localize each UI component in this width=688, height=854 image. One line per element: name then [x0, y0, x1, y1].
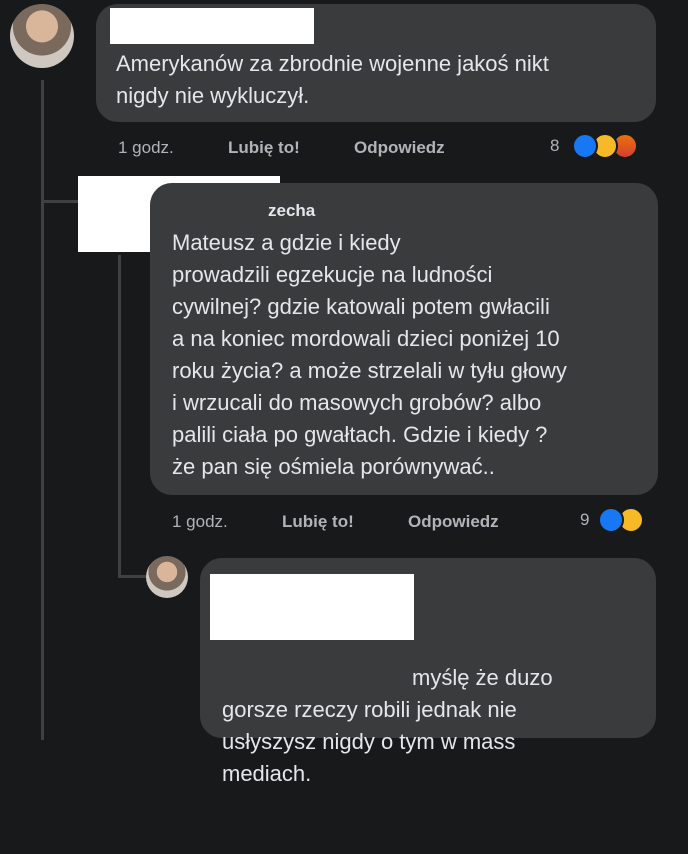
reaction-count: 8 — [550, 136, 560, 155]
like-icon — [572, 133, 598, 159]
reactions[interactable]: 9 — [580, 507, 670, 535]
comment-text-content: myślę że duzo gorsze rzeczy robili jedna… — [222, 665, 553, 786]
reply-button[interactable]: Odpowiedz — [354, 138, 445, 158]
commenter-name[interactable]: zecha — [268, 201, 315, 221]
comment-bubble: zecha Mateusz a gdzie i kiedy prowadzili… — [150, 183, 658, 495]
reply-button[interactable]: Odpowiedz — [408, 512, 499, 532]
comment-time[interactable]: 1 godz. — [118, 138, 174, 158]
like-button[interactable]: Lubię to! — [282, 512, 354, 532]
like-icon — [598, 507, 624, 533]
reaction-count: 9 — [580, 510, 590, 529]
redacted-name — [110, 8, 314, 44]
avatar[interactable] — [10, 4, 74, 68]
thread-branch — [41, 200, 79, 203]
thread-line — [41, 80, 44, 740]
comment-text: Mateusz a gdzie i kiedy prowadzili egzek… — [172, 230, 567, 479]
like-button[interactable]: Lubię to! — [228, 138, 300, 158]
reactions[interactable]: 8 — [550, 133, 670, 161]
avatar[interactable] — [146, 556, 188, 598]
thread-line-reply — [118, 255, 121, 575]
thread-branch-reply — [118, 575, 146, 578]
comment-bubble: Amerykanów za zbrodnie wojenne jakoś nik… — [96, 4, 656, 122]
comment-text: Amerykanów za zbrodnie wojenne jakoś nik… — [116, 51, 549, 108]
comment-text: myślę że duzo gorsze rzeczy robili jedna… — [222, 598, 652, 854]
comment-bubble: myślę że duzo gorsze rzeczy robili jedna… — [200, 558, 656, 786]
comment-time[interactable]: 1 godz. — [172, 512, 228, 532]
